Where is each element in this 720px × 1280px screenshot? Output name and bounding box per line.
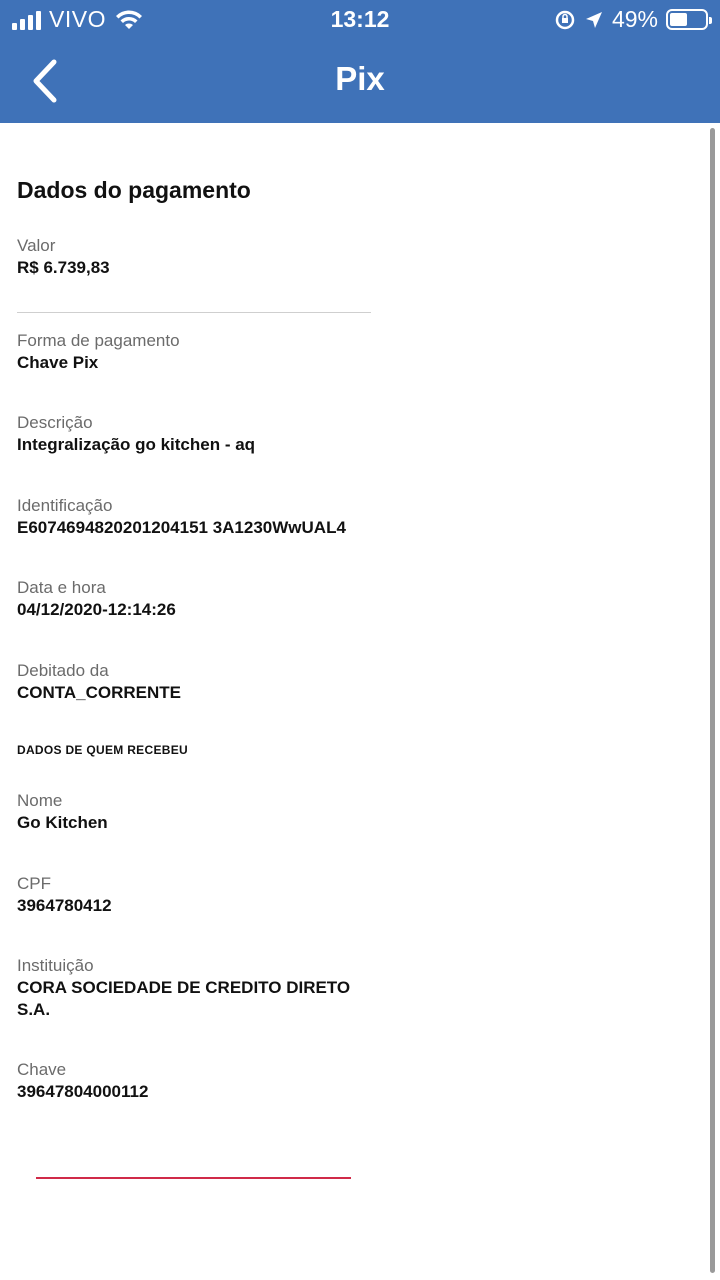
valor-label: Valor [17, 236, 56, 255]
debitado-value: CONTA_CORRENTE [17, 683, 182, 702]
cpf-label: CPF [17, 874, 51, 893]
cpf-value: 3964780412 [17, 896, 112, 915]
descricao-label: Descrição [17, 413, 93, 432]
status-right: 49% [554, 6, 712, 33]
instituicao-label: Instituição [17, 956, 94, 975]
nome-value: Go Kitchen [17, 813, 108, 832]
forma-label: Forma de pagamento [17, 331, 180, 350]
descricao-value: Integralização go kitchen - aq [17, 435, 256, 454]
page-title: Pix [335, 60, 385, 97]
field-instituicao: Instituição CORA SOCIEDADE DE CREDITO DI… [17, 955, 377, 1021]
field-nome: Nome Go Kitchen [17, 790, 377, 834]
accent-divider [36, 1177, 351, 1179]
identificacao-label: Identificação [17, 496, 113, 515]
field-chave: Chave 39647804000112 [17, 1059, 377, 1103]
app-header: VIVO 13:12 49% Pix [0, 0, 720, 123]
chave-label: Chave [17, 1060, 67, 1079]
field-valor: Valor R$ 6.739,83 [17, 235, 377, 279]
field-cpf: CPF 3964780412 [17, 873, 377, 917]
data-hora-value: 04/12/2020-12:14:26 [17, 600, 176, 619]
instituicao-value: CORA SOCIEDADE DE CREDITO DIRETO S.A. [17, 978, 351, 1019]
scrollbar[interactable] [710, 128, 715, 1273]
field-descricao: Descrição Integralização go kitchen - aq [17, 412, 377, 456]
valor-value: R$ 6.739,83 [17, 258, 110, 277]
rotation-lock-icon [555, 10, 575, 29]
field-data-hora: Data e hora 04/12/2020-12:14:26 [17, 577, 377, 621]
location-icon [585, 11, 602, 28]
battery-icon [666, 9, 712, 30]
section-title: Dados do pagamento [17, 177, 251, 203]
field-debitado: Debitado da CONTA_CORRENTE [17, 660, 377, 704]
status-bar: VIVO 13:12 49% [0, 0, 720, 40]
chave-value: 39647804000112 [17, 1082, 149, 1101]
forma-value: Chave Pix [17, 353, 99, 372]
divider [17, 312, 371, 313]
data-hora-label: Data e hora [17, 578, 106, 597]
battery-percentage: 49% [611, 6, 658, 32]
identificacao-value: E6074694820201204151 3A1230WwUAL4 [17, 518, 346, 537]
field-identificacao: Identificação E6074694820201204151 3A123… [17, 495, 377, 539]
recipient-heading: DADOS DE QUEM RECEBEU [17, 743, 188, 757]
nome-label: Nome [17, 791, 63, 810]
field-forma-pagamento: Forma de pagamento Chave Pix [17, 330, 377, 374]
debitado-label: Debitado da [17, 661, 109, 680]
